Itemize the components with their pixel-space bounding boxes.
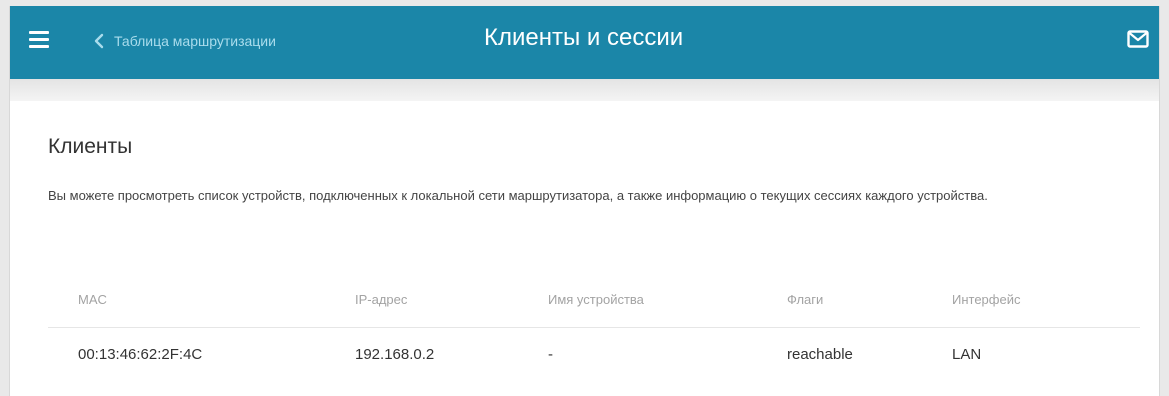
menu-button[interactable]: [29, 28, 51, 50]
chevron-left-icon: [94, 33, 104, 49]
back-link-label: Таблица маршрутизации: [114, 33, 276, 49]
cell-mac: 00:13:46:62:2F:4C: [78, 346, 203, 363]
table-header: MAC IP-адрес Имя устройства Флаги Интерф…: [48, 273, 1140, 328]
top-bar: Таблица маршрутизации Клиенты и сессии: [10, 6, 1159, 79]
column-header-mac: MAC: [78, 292, 107, 307]
top-bar-shadow: [10, 79, 1159, 101]
section-description: Вы можете просмотреть список устройств, …: [48, 188, 988, 203]
column-header-flags: Флаги: [787, 292, 824, 307]
cell-flags: reachable: [787, 346, 853, 363]
column-header-ip: IP-адрес: [355, 292, 408, 307]
clients-table: MAC IP-адрес Имя устройства Флаги Интерф…: [48, 273, 1140, 382]
page-title: Клиенты и сессии: [484, 24, 684, 51]
envelope-icon: [1127, 30, 1149, 48]
hamburger-menu-icon: [29, 31, 51, 48]
table-row[interactable]: 00:13:46:62:2F:4C 192.168.0.2 - reachabl…: [48, 328, 1140, 382]
cell-device-name: -: [548, 346, 553, 363]
notifications-button[interactable]: [1127, 30, 1149, 48]
cell-interface: LAN: [952, 346, 982, 363]
app-window: Таблица маршрутизации Клиенты и сессии К…: [9, 6, 1160, 396]
section-title: Клиенты: [48, 135, 133, 158]
cell-ip: 192.168.0.2: [355, 346, 435, 363]
column-header-interface: Интерфейс: [952, 292, 1021, 307]
column-header-device-name: Имя устройства: [548, 292, 644, 307]
back-link[interactable]: Таблица маршрутизации: [94, 30, 276, 52]
